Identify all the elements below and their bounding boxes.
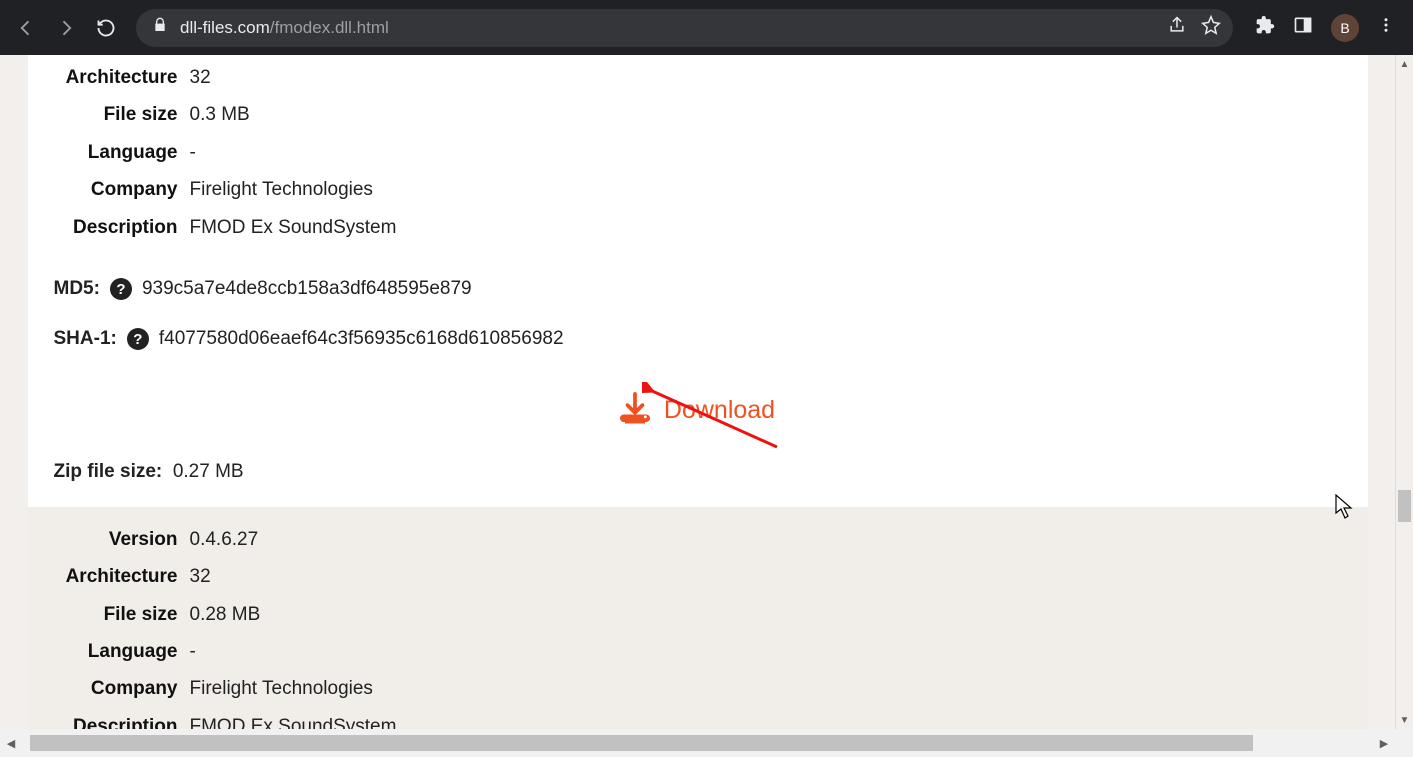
url-path: /fmodex.dll.html [270,18,389,37]
zip-size-value: 0.27 MB [173,461,244,482]
scroll-thumb[interactable] [1398,490,1411,522]
detail-row: DescriptionFMOD Ex SoundSystem [54,708,1342,729]
detail-row: CompanyFirelight Technologies [54,670,1342,707]
share-icon[interactable] [1167,15,1187,40]
detail-row: Architecture32 [54,59,1342,96]
extensions-icon[interactable] [1255,15,1275,40]
md5-value: 939c5a7e4de8ccb158a3df648595e879 [142,278,472,300]
scroll-right-button[interactable]: ▶ [1373,729,1395,757]
url-domain: dll-files.com [180,18,270,37]
sha1-value: f4077580d06eaef64c3f56935c6168d610856982 [159,328,564,350]
detail-row: File size0.3 MB [54,96,1342,133]
help-icon[interactable]: ? [110,278,132,300]
browser-toolbar: dll-files.com/fmodex.dll.html B [0,0,1413,55]
detail-row: DescriptionFMOD Ex SoundSystem [54,209,1342,246]
horizontal-scrollbar[interactable]: ◀ ▶ [0,729,1395,757]
detail-row: Version0.4.6.27 [54,521,1342,558]
scroll-left-button[interactable]: ◀ [0,729,22,757]
profile-avatar[interactable]: B [1331,14,1359,42]
reload-button[interactable] [88,10,124,46]
side-panel-icon[interactable] [1293,15,1313,40]
detail-row: Language- [54,134,1342,171]
bookmark-star-icon[interactable] [1201,15,1221,40]
file-details-block: Architecture32 File size0.3 MB Language-… [28,55,1368,507]
h-scroll-thumb[interactable] [30,735,1253,751]
sha1-row: SHA-1: ? f4077580d06eaef64c3f56935c6168d… [54,314,1342,364]
address-bar[interactable]: dll-files.com/fmodex.dll.html [136,9,1233,47]
download-label: Download [664,396,775,425]
help-icon[interactable]: ? [127,328,149,350]
detail-row: File size0.28 MB [54,596,1342,633]
scroll-up-button[interactable]: ▲ [1396,55,1413,73]
menu-dots-icon[interactable] [1377,16,1395,39]
url-text: dll-files.com/fmodex.dll.html [180,18,389,38]
md5-row: MD5: ? 939c5a7e4de8ccb158a3df648595e879 [54,264,1342,314]
detail-row: Architecture32 [54,558,1342,595]
alternate-version-block: Version0.4.6.27 Architecture32 File size… [28,507,1368,729]
back-button[interactable] [8,10,44,46]
download-button[interactable]: Download [620,392,775,429]
download-icon [620,392,650,429]
forward-button[interactable] [48,10,84,46]
lock-icon [152,17,168,38]
zip-size-row: Zip file size: 0.27 MB [54,451,1342,507]
vertical-scrollbar[interactable]: ▲ ▼ [1395,55,1413,729]
scroll-down-button[interactable]: ▼ [1396,711,1413,729]
detail-row: CompanyFirelight Technologies [54,171,1342,208]
detail-row: Language- [54,633,1342,670]
